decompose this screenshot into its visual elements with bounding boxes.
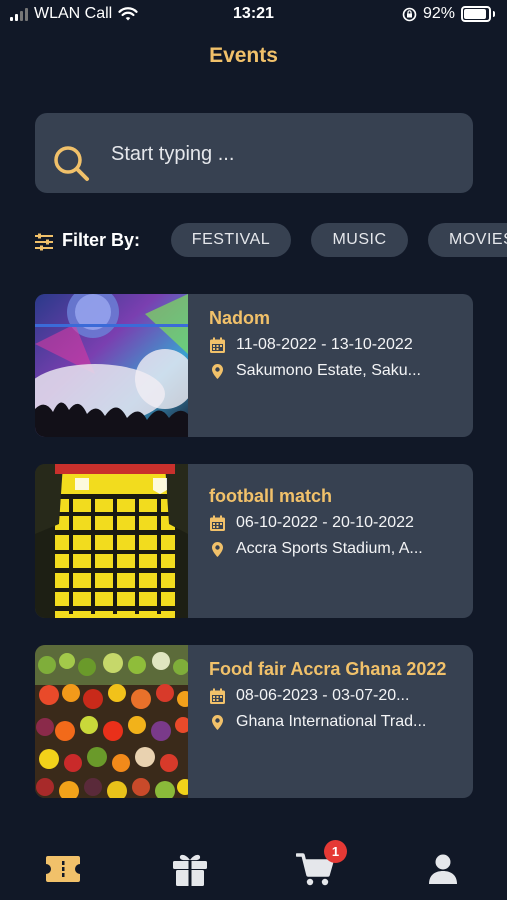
cart-badge: 1	[324, 840, 347, 863]
status-bar: WLAN Call 13:21 92%	[0, 0, 507, 30]
rotation-lock-icon	[402, 7, 417, 21]
search-box[interactable]	[35, 113, 473, 195]
calendar-icon	[209, 688, 226, 705]
event-card[interactable]: Nadom 11-08-2022 - 13-10-2022 Sakumono E…	[35, 294, 473, 437]
location-pin-icon	[209, 541, 226, 558]
event-title: Food fair Accra Ghana 2022	[209, 659, 447, 679]
search-icon	[54, 146, 89, 181]
battery-percent: 92%	[422, 5, 455, 22]
event-dates-text: 06-10-2022 - 20-10-2022	[236, 514, 414, 531]
sliders-icon	[35, 233, 53, 251]
event-dates-text: 11-08-2022 - 13-10-2022	[236, 336, 413, 353]
battery-icon	[461, 6, 491, 22]
event-card[interactable]: Food fair Accra Ghana 2022 08-06-2023 - …	[35, 645, 473, 798]
chip-movies[interactable]: MOVIES	[428, 223, 507, 257]
event-details: Nadom 11-08-2022 - 13-10-2022 Sakumono E…	[209, 306, 459, 382]
profile-icon	[429, 854, 457, 884]
event-location: Accra Sports Stadium, A...	[209, 538, 459, 560]
calendar-icon	[209, 337, 226, 354]
event-title: Nadom	[209, 308, 271, 328]
battery-tip	[493, 11, 495, 17]
event-location: Sakumono Estate, Saku...	[209, 360, 459, 382]
bottom-tab-bar	[0, 835, 507, 900]
ticket-icon	[46, 856, 80, 882]
event-dates: 06-10-2022 - 20-10-2022	[209, 512, 459, 534]
event-card[interactable]: football match 06-10-2022 - 20-10-2022 A…	[35, 464, 473, 618]
event-image-jersey	[35, 464, 188, 618]
event-location-text: Ghana International Trad...	[236, 713, 427, 730]
filter-row: Filter By: FESTIVAL MUSIC MOVIES	[0, 222, 507, 260]
tab-gifts[interactable]	[170, 849, 210, 889]
gift-icon	[173, 854, 207, 886]
search-input[interactable]	[109, 113, 453, 195]
event-image-market	[35, 645, 188, 798]
event-details: Food fair Accra Ghana 2022 08-06-2023 - …	[209, 657, 459, 733]
event-title: football match	[209, 486, 333, 506]
chip-festival[interactable]: FESTIVAL	[171, 223, 291, 257]
filter-label: Filter By:	[62, 230, 141, 250]
event-dates-text: 08-06-2023 - 03-07-20...	[236, 687, 410, 704]
event-location-text: Accra Sports Stadium, A...	[236, 540, 423, 557]
tab-tickets[interactable]	[43, 849, 83, 889]
page-title: Events	[209, 44, 278, 67]
calendar-icon	[209, 515, 226, 532]
tab-profile[interactable]	[423, 849, 463, 889]
event-location-text: Sakumono Estate, Saku...	[236, 362, 421, 379]
event-details: football match 06-10-2022 - 20-10-2022 A…	[209, 476, 459, 560]
chip-music[interactable]: MUSIC	[311, 223, 408, 257]
event-location: Ghana International Trad...	[209, 711, 459, 733]
location-pin-icon	[209, 363, 226, 380]
location-pin-icon	[209, 714, 226, 731]
event-image-concert	[35, 294, 188, 437]
event-dates: 11-08-2022 - 13-10-2022	[209, 334, 459, 356]
status-right: 92%	[402, 5, 495, 23]
event-dates: 08-06-2023 - 03-07-20...	[209, 685, 459, 707]
